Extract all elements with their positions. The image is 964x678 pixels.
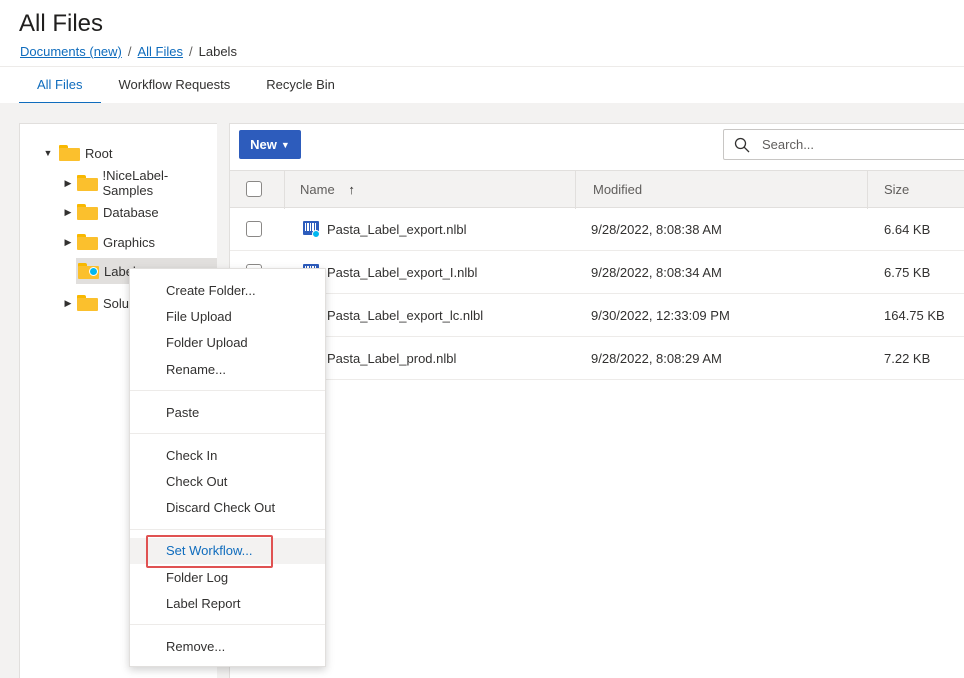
tree-item-root[interactable]: ▼ Root — [42, 140, 112, 166]
sort-ascending-icon: ↑ — [348, 182, 355, 197]
search-input[interactable] — [762, 137, 962, 152]
tree-item-label: Graphics — [103, 234, 156, 250]
menu-item-check-out[interactable]: Check Out — [130, 469, 325, 495]
column-header-modified[interactable]: Modified — [593, 171, 642, 208]
caret-right-icon[interactable]: ▶ — [62, 207, 74, 218]
status-dot-icon — [89, 267, 98, 276]
breadcrumb-current: Labels — [198, 44, 237, 59]
tree-item-graphics[interactable]: ▶ Graphics — [62, 229, 155, 255]
new-button[interactable]: New ▼ — [239, 130, 301, 159]
column-header-name-label: Name — [300, 182, 335, 197]
row-modified: 9/28/2022, 8:08:34 AM — [591, 265, 722, 280]
select-all-checkbox[interactable] — [246, 181, 262, 197]
row-size: 7.22 KB — [884, 351, 931, 366]
menu-item-paste[interactable]: Paste — [130, 400, 325, 426]
breadcrumb-all-files-link[interactable]: All Files — [138, 44, 184, 59]
row-modified: 9/30/2022, 12:33:09 PM — [591, 308, 730, 323]
table-row[interactable]: Pasta_Label_export_I.nlbl 9/28/2022, 8:0… — [230, 251, 964, 294]
column-header-name[interactable]: Name ↑ — [300, 171, 355, 208]
folder-icon — [77, 204, 98, 220]
tab-bar: All Files Workflow Requests Recycle Bin — [0, 66, 964, 104]
menu-item-set-workflow[interactable]: Set Workflow... — [130, 538, 325, 564]
table-row[interactable]: Pasta_Label_export_lc.nlbl 9/30/2022, 12… — [230, 294, 964, 337]
table-row[interactable]: Pasta_Label_export.nlbl 9/28/2022, 8:08:… — [230, 208, 964, 251]
caret-down-icon[interactable]: ▼ — [42, 148, 54, 158]
menu-item-file-upload[interactable]: File Upload — [130, 304, 325, 330]
menu-item-folder-log[interactable]: Folder Log — [130, 565, 325, 591]
search-icon — [734, 137, 750, 152]
menu-item-check-in[interactable]: Check In — [130, 443, 325, 469]
menu-divider — [130, 529, 325, 530]
folder-context-menu: Create Folder... File Upload Folder Uplo… — [129, 268, 326, 667]
folder-icon — [76, 175, 98, 191]
column-divider[interactable] — [575, 171, 576, 209]
new-button-label: New — [250, 137, 277, 152]
menu-divider — [130, 433, 325, 434]
row-modified: 9/28/2022, 8:08:29 AM — [591, 351, 722, 366]
column-divider — [284, 171, 285, 209]
menu-divider — [130, 624, 325, 625]
breadcrumb: Documents (new) / All Files / Labels — [20, 44, 237, 59]
row-size: 6.64 KB — [884, 222, 931, 237]
menu-item-folder-upload[interactable]: Folder Upload — [130, 330, 325, 356]
tab-all-files[interactable]: All Files — [19, 67, 101, 104]
caret-right-icon[interactable]: ▶ — [62, 178, 74, 189]
row-name[interactable]: Pasta_Label_export_lc.nlbl — [327, 294, 483, 337]
breadcrumb-separator: / — [127, 44, 132, 59]
menu-item-label-report[interactable]: Label Report — [130, 591, 325, 617]
menu-divider — [130, 390, 325, 391]
chevron-down-icon: ▼ — [280, 139, 290, 150]
column-divider[interactable] — [867, 171, 868, 209]
tree-item-nicelabel-samples[interactable]: ▶ !NiceLabel-Samples — [62, 168, 217, 198]
row-size: 6.75 KB — [884, 265, 931, 280]
row-modified: 9/28/2022, 8:08:38 AM — [591, 222, 722, 237]
tree-item-label: Root — [85, 145, 113, 161]
row-name[interactable]: Pasta_Label_prod.nlbl — [327, 337, 456, 380]
breadcrumb-documents-link[interactable]: Documents (new) — [20, 44, 122, 59]
tree-item-label: Database — [103, 204, 159, 220]
menu-item-discard-check-out[interactable]: Discard Check Out — [130, 495, 325, 521]
column-header-size[interactable]: Size — [884, 171, 909, 208]
folder-icon — [77, 234, 98, 250]
search-box — [723, 129, 964, 160]
folder-icon — [59, 145, 80, 161]
row-name[interactable]: Pasta_Label_export_I.nlbl — [327, 251, 477, 294]
row-size: 164.75 KB — [884, 308, 945, 323]
folder-icon — [77, 295, 98, 311]
caret-right-icon[interactable]: ▶ — [62, 237, 74, 248]
file-list-panel: New ▼ Name ↑ Modified Size Pasta_Label_e — [229, 123, 964, 678]
row-checkbox[interactable] — [246, 221, 262, 237]
tab-workflow-requests[interactable]: Workflow Requests — [101, 67, 249, 103]
caret-right-icon[interactable]: ▶ — [62, 298, 74, 309]
menu-item-remove[interactable]: Remove... — [130, 634, 325, 660]
tree-item-label: !NiceLabel-Samples — [102, 168, 169, 198]
tab-recycle-bin[interactable]: Recycle Bin — [248, 67, 353, 103]
breadcrumb-separator: / — [189, 44, 193, 59]
menu-item-create-folder[interactable]: Create Folder... — [130, 278, 325, 304]
grid-header: Name ↑ Modified Size — [230, 170, 964, 209]
page-title: All Files — [19, 10, 104, 37]
row-name[interactable]: Pasta_Label_export.nlbl — [327, 208, 467, 251]
tree-item-database[interactable]: ▶ Database — [62, 199, 159, 225]
label-file-icon — [303, 221, 319, 237]
menu-item-rename[interactable]: Rename... — [130, 357, 325, 383]
table-row[interactable]: Pasta_Label_prod.nlbl 9/28/2022, 8:08:29… — [230, 337, 964, 380]
